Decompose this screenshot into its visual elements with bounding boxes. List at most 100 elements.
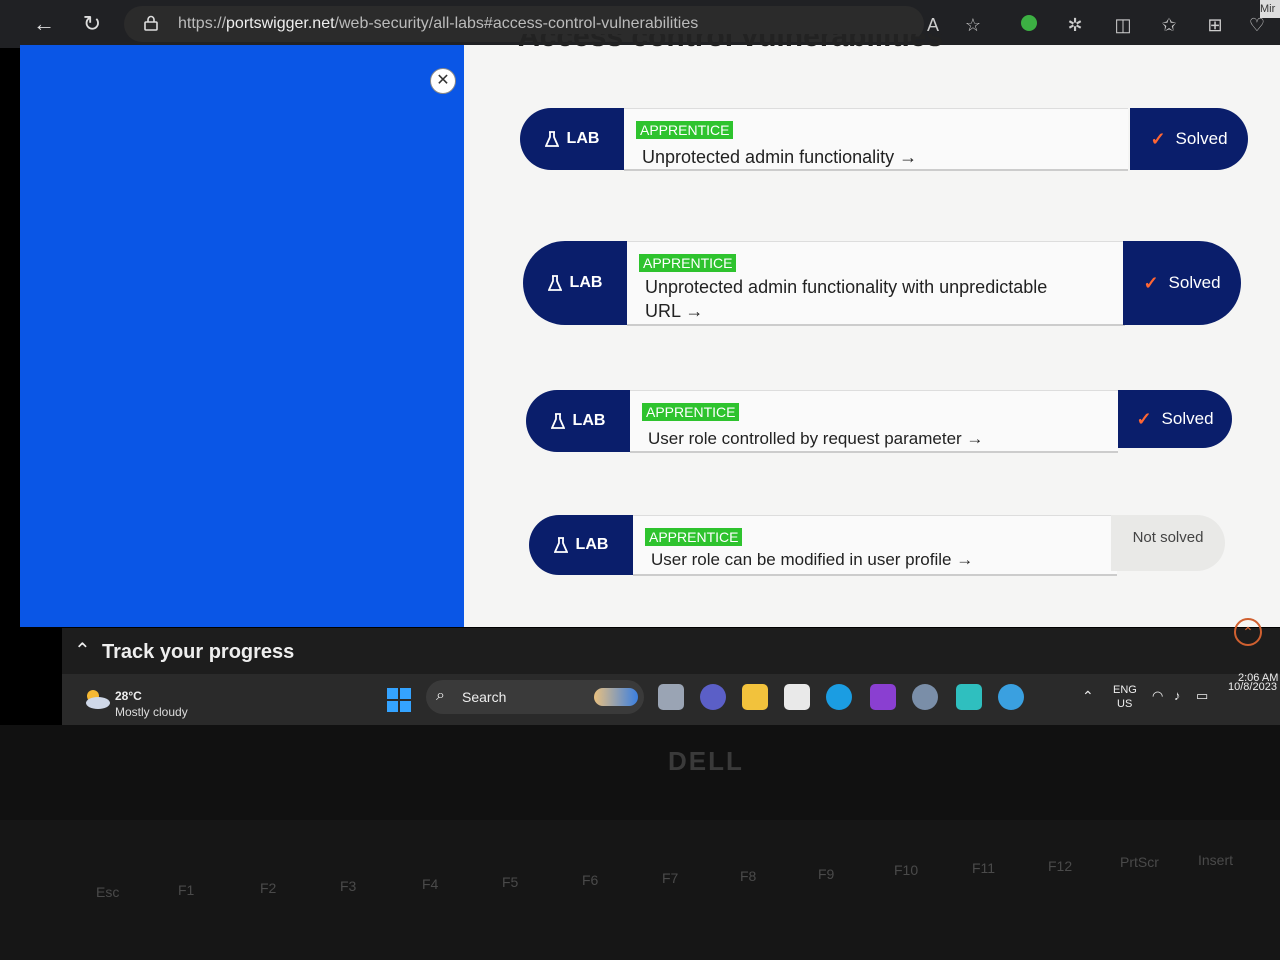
favorite-star-icon[interactable]: ☆	[962, 14, 984, 36]
search-icon: ⌕	[436, 687, 445, 704]
clipchamp-icon[interactable]	[870, 684, 896, 710]
cloudy-weather-icon[interactable]	[82, 688, 112, 710]
back-icon[interactable]: ←	[28, 8, 60, 40]
status-label: Solved	[1161, 409, 1214, 428]
split-screen-icon[interactable]: ◫	[1112, 14, 1134, 36]
track-progress-label[interactable]: Track your progress	[102, 641, 294, 664]
status-badge: ✓ Solved	[1123, 241, 1241, 325]
extension-green-icon[interactable]	[1018, 14, 1040, 36]
key-f1: F1	[178, 882, 195, 898]
check-icon: ✓	[1143, 272, 1159, 293]
url-text[interactable]: https://portswigger.net/web-security/all…	[178, 15, 698, 33]
status-badge: ✓ Solved	[1118, 390, 1232, 448]
file-explorer-icon[interactable]	[742, 684, 768, 710]
lab-card[interactable]: LAB APPRENTICE Unprotected admin functio…	[523, 241, 1241, 326]
status-badge: ✓ Solved	[1130, 108, 1248, 170]
window-corner-badge: Mir	[1260, 0, 1280, 18]
lab-badge: LAB	[526, 390, 630, 452]
weather-description[interactable]: Mostly cloudy	[115, 705, 188, 719]
key-f8: F8	[740, 868, 757, 884]
key-f12: F12	[1048, 858, 1073, 874]
lab-badge: LAB	[523, 241, 627, 325]
key-f4: F4	[422, 876, 439, 892]
clock-date[interactable]: 10/8/2023	[1228, 681, 1277, 693]
lab-title-link[interactable]: User role controlled by request paramete…	[648, 427, 983, 451]
volume-icon[interactable]: ♪	[1174, 688, 1181, 703]
key-esc: Esc	[96, 884, 120, 900]
flask-icon	[547, 275, 562, 291]
lab-title-link[interactable]: User role can be modified in user profil…	[651, 548, 973, 572]
lab-body: APPRENTICE User role can be modified in …	[633, 515, 1117, 576]
key-f3: F3	[340, 878, 357, 894]
key-f9: F9	[818, 866, 835, 882]
lab-title-link-line2[interactable]: URL →	[645, 299, 703, 323]
microsoft-store-icon[interactable]	[784, 684, 810, 710]
lab-badge-label: LAB	[569, 274, 603, 291]
language-line1[interactable]: ENG	[1113, 684, 1137, 696]
flask-icon	[544, 131, 559, 147]
chevron-up-tray-icon[interactable]: ⌃	[1082, 688, 1094, 705]
edge-icon[interactable]	[826, 684, 852, 710]
lab-badge: LAB	[529, 515, 633, 575]
key-insert: Insert	[1198, 852, 1234, 868]
task-view-icon[interactable]	[658, 684, 684, 710]
screen: ← ↻ https://portswigger.net/web-security…	[0, 0, 1280, 725]
lab-card[interactable]: LAB APPRENTICE Unprotected admin functio…	[520, 108, 1248, 171]
read-aloud-icon[interactable]: A	[922, 14, 944, 36]
scroll-to-top-icon[interactable]: ⌃	[1234, 618, 1262, 646]
check-icon: ✓	[1150, 128, 1166, 149]
check-icon: ✓	[1136, 408, 1152, 429]
dell-logo: DELL	[668, 746, 744, 776]
key-f7: F7	[662, 870, 679, 886]
taskbar: 28°C Mostly cloudy ⌕ Search ⌃ ENG US ◠ ♪…	[62, 672, 1280, 725]
lab-body: APPRENTICE Unprotected admin functionali…	[624, 108, 1128, 171]
teams-chat-icon[interactable]	[700, 684, 726, 710]
lab-title-link[interactable]: Unprotected admin functionality →	[642, 145, 917, 169]
status-badge: Not solved	[1111, 515, 1225, 571]
lab-badge-label: LAB	[572, 412, 606, 429]
language-line2[interactable]: US	[1117, 698, 1132, 710]
key-f2: F2	[260, 880, 277, 896]
flask-icon	[553, 537, 568, 553]
lab-card[interactable]: LAB APPRENTICE User role controlled by r…	[526, 390, 1232, 453]
taskbar-search[interactable]: ⌕ Search	[426, 680, 644, 714]
lab-body: APPRENTICE Unprotected admin functionali…	[627, 241, 1125, 326]
search-label: Search	[462, 689, 507, 705]
track-progress-bar[interactable]: ⌃ Track your progress	[62, 628, 1280, 674]
favorites-icon[interactable]: ✩	[1158, 14, 1180, 36]
keyboard: Esc F1 F2 F3 F4 F5 F6 F7 F8 F9 F10 F11 F…	[0, 820, 1280, 960]
lock-icon	[144, 15, 158, 31]
search-highlight-icon	[594, 688, 638, 706]
collections-icon[interactable]: ⊞	[1204, 14, 1226, 36]
notepad-icon[interactable]	[956, 684, 982, 710]
lab-badge-label: LAB	[575, 536, 609, 553]
lab-card[interactable]: LAB APPRENTICE User role can be modified…	[529, 515, 1225, 576]
lab-body: APPRENTICE User role controlled by reque…	[630, 390, 1118, 453]
level-tag: APPRENTICE	[639, 254, 737, 272]
lab-title-link[interactable]: Unprotected admin functionality with unp…	[645, 275, 1047, 299]
flask-icon	[550, 413, 565, 429]
temperature[interactable]: 28°C	[115, 689, 142, 703]
extensions-icon[interactable]: ✲	[1064, 14, 1086, 36]
level-tag: APPRENTICE	[642, 403, 740, 421]
key-f11: F11	[972, 860, 996, 876]
status-label: Solved	[1175, 129, 1228, 148]
key-f6: F6	[582, 872, 599, 888]
settings-gear-icon[interactable]	[912, 684, 938, 710]
close-icon[interactable]: ✕	[430, 68, 456, 94]
level-tag: APPRENTICE	[636, 121, 734, 139]
battery-icon[interactable]: ▭	[1196, 688, 1208, 704]
start-button[interactable]	[387, 688, 411, 712]
wifi-icon[interactable]: ◠	[1152, 688, 1163, 704]
page-title: Access control vulnerabilities	[518, 34, 944, 52]
level-tag: APPRENTICE	[645, 528, 743, 546]
status-label: Solved	[1168, 273, 1221, 292]
key-prtscr: PrtScr	[1120, 854, 1159, 870]
lab-badge: LAB	[520, 108, 624, 170]
lab-badge-label: LAB	[566, 130, 600, 147]
chevron-up-icon[interactable]: ⌃	[74, 638, 91, 663]
refresh-icon[interactable]: ↻	[76, 8, 108, 40]
network-globe-icon[interactable]	[998, 684, 1024, 710]
side-panel	[20, 45, 478, 627]
key-f5: F5	[502, 874, 519, 890]
